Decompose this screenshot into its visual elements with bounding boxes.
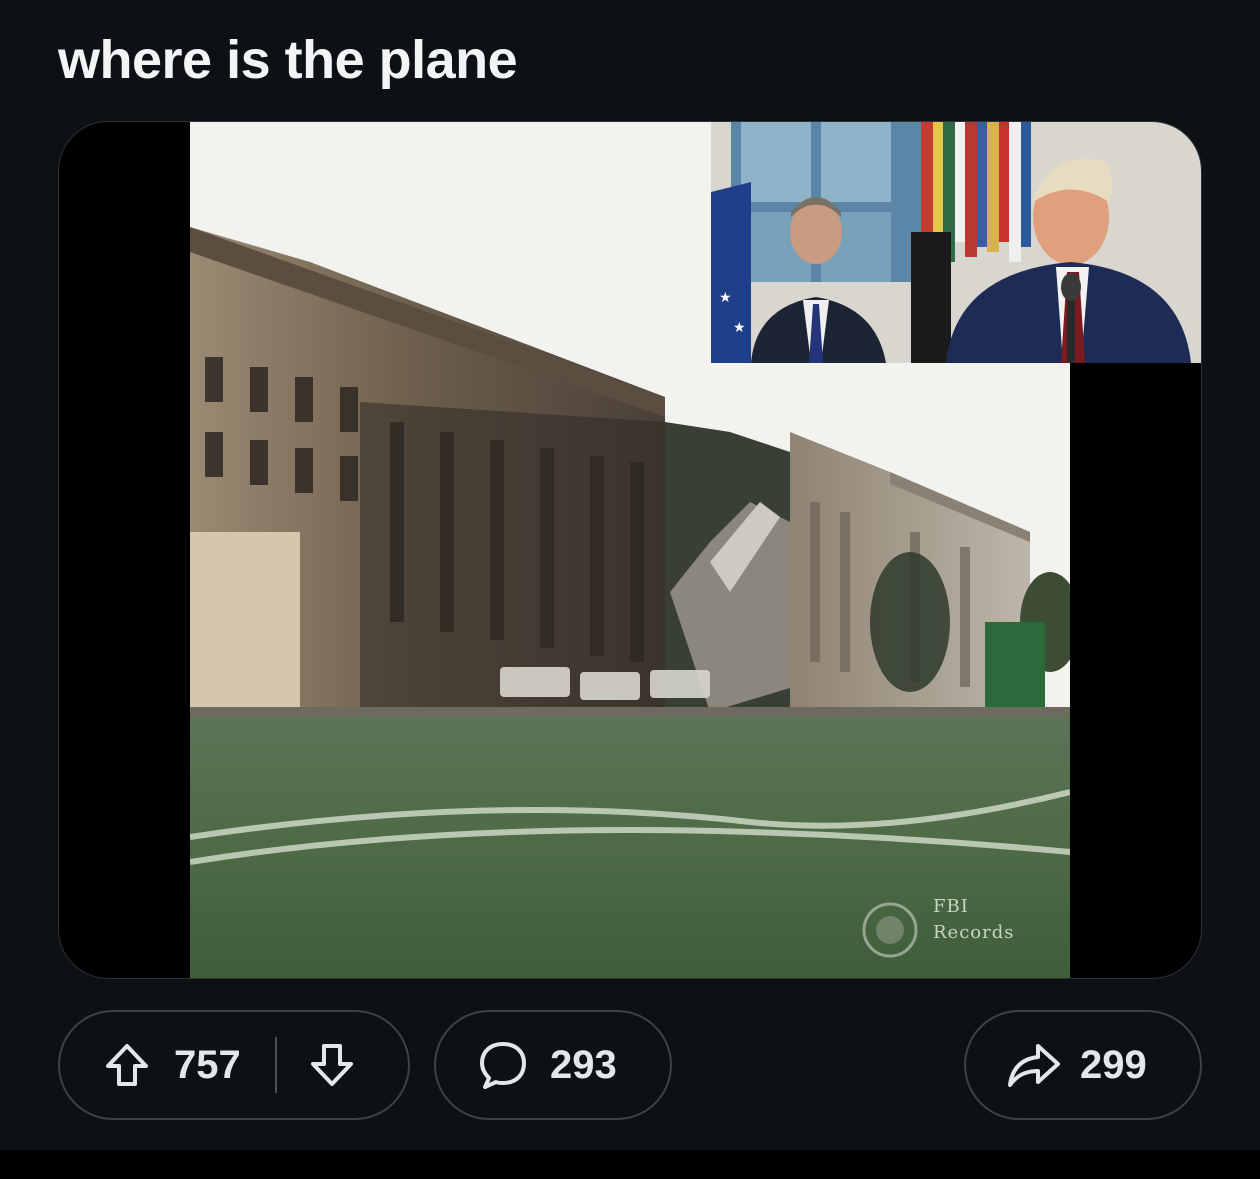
post-card: where is the plane ★ ★ FBI Records 757 2… xyxy=(0,0,1260,1150)
bottom-edge xyxy=(0,1150,1260,1179)
share-count: 299 xyxy=(1080,1043,1147,1087)
svg-text:★: ★ xyxy=(733,320,746,336)
share-button[interactable]: 299 xyxy=(964,1010,1202,1120)
fbi-records-watermark: FBI Records xyxy=(933,894,1015,946)
share-icon-wrap xyxy=(1006,1040,1062,1090)
vote-divider xyxy=(274,1037,277,1093)
arrow-up-outline-icon xyxy=(106,1044,148,1086)
arrow-down-outline-icon xyxy=(310,1044,353,1086)
share-arrow-icon xyxy=(1008,1044,1060,1087)
vote-count: 757 xyxy=(174,1043,241,1087)
watermark-line-2: Records xyxy=(933,922,1015,943)
post-title[interactable]: where is the plane xyxy=(58,30,518,90)
svg-text:★: ★ xyxy=(719,290,732,306)
inset-video-oval-office: ★ ★ xyxy=(711,122,1201,363)
comment-count: 293 xyxy=(550,1043,617,1087)
watermark-line-1: FBI xyxy=(933,896,969,917)
upvote-button[interactable] xyxy=(102,1040,152,1090)
vote-bar: 757 xyxy=(58,1010,410,1120)
comment-icon-wrap xyxy=(476,1038,530,1092)
oval-office-inset-image: ★ ★ xyxy=(711,122,1201,363)
downvote-button[interactable] xyxy=(307,1040,357,1090)
comments-button[interactable]: 293 xyxy=(434,1010,672,1120)
video-player[interactable]: ★ ★ FBI Records xyxy=(58,121,1202,979)
speech-bubble-icon xyxy=(480,1042,526,1089)
